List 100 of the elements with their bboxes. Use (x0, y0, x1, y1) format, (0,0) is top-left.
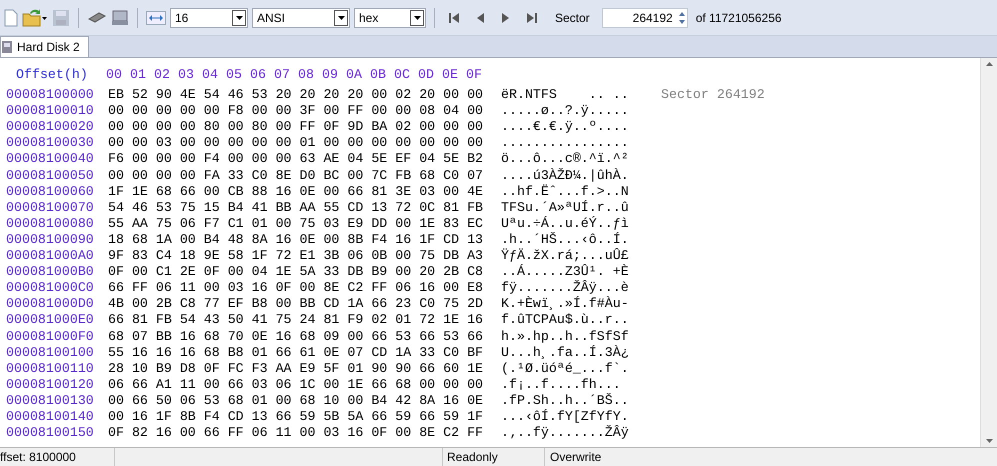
offset-cell-text: 00008100140 (6, 408, 95, 426)
new-file-icon[interactable] (4, 8, 18, 26)
ansi-text: ....ú3ÀŽÐ¼.|ûhÀ. (501, 168, 630, 184)
column-header: 0D (418, 67, 435, 84)
hex-bytes: 55 AA 75 06 F7 C1 01 00 75 03 E9 DD 00 1E 83 EC (108, 216, 484, 232)
width-arrows-icon[interactable] (146, 10, 166, 24)
sector-total: of 11721056256 (696, 10, 782, 26)
column-header: 0C (394, 67, 411, 84)
hex-bytes: 00 16 1F 8B F4 CD 13 66 59 5B 5A 66 59 66 59 1F (108, 408, 484, 426)
ansi-text: ................ (501, 135, 630, 152)
hex-bytes: 00 66 50 06 53 68 01 00 68 10 00 B4 42 8A 16 0E (108, 392, 484, 409)
sector-label: Sector (555, 10, 590, 26)
scroll-down-icon[interactable] (986, 439, 992, 443)
column-header: 09 (322, 67, 339, 84)
offset-cell-text: 00008100100 (6, 344, 95, 361)
last-sector-icon[interactable] (525, 10, 539, 24)
scroll-up-icon[interactable] (986, 62, 992, 66)
ansi-text: f.ûTCPAu$.ù..r.. (501, 312, 630, 328)
offset-cell-text: 00008100110 (6, 360, 95, 377)
spin-arrows-icon[interactable] (676, 10, 687, 26)
ansi-text: fÿ.......ŽÂÿ...è (501, 280, 630, 296)
hex-bytes: F6 00 00 00 F4 00 00 00 63 AE 04 5E EF 04 5E B2 (108, 151, 484, 168)
hex-bytes: 00 00 03 00 00 00 00 00 01 00 00 00 00 00 00 00 (108, 135, 484, 152)
ansi-text: U...h¸.fa..Í.3À¿ (501, 344, 630, 361)
ansi-text: .f¡..f....fh... (501, 376, 622, 393)
ansi-text: ö...ô...c®.^ï.^² (501, 151, 630, 168)
ansi-text: .h..´HŠ...‹ô..Í. (501, 232, 630, 248)
offset-cell-text: 000081000A0 (6, 248, 95, 264)
hex-bytes: EB 52 90 4E 54 46 53 20 20 20 20 00 02 20 00 00 (108, 87, 484, 104)
sector-note: Sector 264192 (661, 87, 765, 104)
ansi-text: ...‹ôÍ.fY[ZfYfY. (501, 408, 630, 425)
ansi-text: ..hf.Ëˆ...f.>..N (501, 184, 630, 200)
charset-dropdown[interactable]: ANSI (252, 8, 350, 28)
column-header: 03 (178, 67, 195, 84)
hex-bytes: 00 00 00 00 FA 33 C0 8E D0 BC 00 7C FB 68 C0 07 (108, 168, 484, 184)
hex-bytes: 54 46 53 75 15 B4 41 BB AA 55 CD 13 72 0C 81 FB (108, 200, 484, 216)
offset-cell-text: 000081000D0 (6, 296, 95, 312)
vertical-scrollbar[interactable] (980, 58, 997, 447)
ansi-text: K.+Èwï¸.»Í.f#Àu- (501, 296, 630, 312)
hex-bytes: 66 FF 06 11 00 03 16 0F 00 8E C2 FF 06 16 00 E8 (108, 280, 484, 296)
ansi-text: h.».hp..h..fSfSf (501, 328, 630, 345)
offset-cell-text: 00008100130 (6, 392, 95, 409)
ansi-text: .....ø..?.ÿ..... (501, 103, 630, 120)
ansi-text: ëR.NTFS .. .. (501, 87, 630, 104)
hex-bytes: 1F 1E 68 66 00 CB 88 16 0E 00 66 81 3E 03 00 4E (108, 184, 484, 200)
offset-header: Offset(h) (15, 67, 89, 84)
offset-cell-text: 00008100150 (6, 425, 95, 442)
bytes-per-row-dropdown[interactable]: 16 (170, 8, 248, 28)
column-header: 05 (226, 67, 243, 84)
status-offset: ffset: 8100000 (0, 448, 115, 466)
offset-cell-text: 00008100120 (6, 376, 95, 393)
offset-cell-text: 00008100010 (6, 103, 95, 120)
column-header: 02 (154, 67, 171, 84)
ansi-text: .fP.Sh..h..´BŠ.. (501, 392, 630, 409)
column-header: 04 (202, 67, 219, 84)
hex-bytes: 4B 00 2B C8 77 EF B8 00 BB CD 1A 66 23 C0 75 2D (108, 296, 484, 312)
offset-cell-text: 00008100080 (6, 216, 95, 232)
drive-icon[interactable] (111, 8, 129, 26)
hex-bytes: 28 10 B9 D8 0F FC F3 AA E9 5F 01 90 90 66 60 1E (108, 360, 484, 377)
hex-bytes: 66 81 FB 54 43 50 41 75 24 81 F9 02 01 72 1E 16 (108, 312, 484, 328)
column-header: 06 (250, 67, 267, 84)
offset-cell-text: 00008100050 (6, 168, 95, 184)
hex-bytes: 0F 82 16 00 66 FF 06 11 00 03 16 0F 00 8E C2 FF (108, 425, 484, 442)
offset-cell-text: 00008100000 (6, 87, 95, 104)
column-header: 0A (346, 67, 363, 84)
hex-bytes: 55 16 16 16 68 B8 01 66 61 0E 07 CD 1A 33 C0 BF (108, 344, 484, 361)
document-tab[interactable]: Hard Disk 2 (0, 36, 89, 57)
ansi-text: TFSu.´A»ªUÍ.r..û (501, 200, 630, 216)
ansi-text: (.¹Ø.üóªé_...f`. (501, 360, 630, 377)
hex-bytes: 9F 83 C4 18 9E 58 1F 72 E1 3B 06 0B 00 75 DB A3 (108, 248, 484, 264)
column-header: 0B (370, 67, 387, 84)
open-folder-icon[interactable] (22, 8, 48, 26)
column-header: 00 (106, 67, 123, 84)
column-header: 08 (298, 67, 315, 84)
offset-cell-text: 00008100070 (6, 200, 95, 216)
column-header: 0F (466, 67, 483, 84)
ansi-text: ŸƒÄ.žX.rá;...uÛ£ (501, 248, 630, 264)
ansi-text: Uªu.÷Á..u.éÝ..ƒì (501, 216, 630, 232)
offset-cell-text: 00008100020 (6, 119, 95, 136)
offset-cell-text: 000081000C0 (6, 280, 95, 296)
column-header: 01 (130, 67, 147, 84)
first-sector-icon[interactable] (447, 10, 461, 24)
offset-cell-text: 00008100040 (6, 151, 95, 168)
offset-cell-text: 00008100060 (6, 184, 95, 200)
hex-bytes: 00 00 00 00 00 F8 00 00 3F 00 FF 00 00 08 04 00 (108, 103, 484, 120)
column-header: 07 (274, 67, 291, 84)
hex-bytes: 06 66 A1 11 00 66 03 06 1C 00 1E 66 68 00 00 00 (108, 376, 484, 393)
status-access: Readonly (443, 448, 545, 466)
hex-bytes: 0F 00 C1 2E 0F 00 04 1E 5A 33 DB B9 00 20 2B C8 (108, 264, 484, 280)
ansi-text: .‚..fÿ.......ŽÂÿ (501, 425, 630, 442)
hex-bytes: 00 00 00 00 80 00 80 00 FF 0F 9D BA 02 00 00 00 (108, 119, 484, 136)
offset-cell-text: 000081000F0 (6, 328, 95, 345)
status-edit-mode: Overwrite (549, 449, 602, 466)
offset-cell-text: 00008100090 (6, 232, 95, 248)
offset-cell-text: 000081000E0 (6, 312, 95, 328)
hex-bytes: 18 68 1A 00 B4 48 8A 16 0E 00 8B F4 16 1F CD 13 (108, 232, 484, 248)
mode-dropdown[interactable]: hex (354, 8, 426, 28)
column-header: 0E (442, 67, 459, 84)
ansi-text: ....€.€.ÿ..º.... (501, 119, 630, 136)
sector-spin-field[interactable]: 264192 (602, 8, 688, 28)
